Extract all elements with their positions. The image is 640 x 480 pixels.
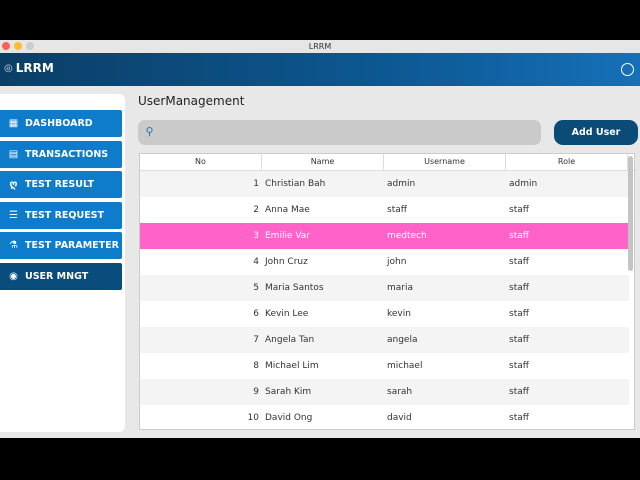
table-cell: 3 xyxy=(253,231,259,241)
table-cell: John Cruz xyxy=(265,257,308,267)
column-header[interactable]: Username xyxy=(384,154,506,170)
table-row[interactable]: 8 Michael Lim michael staff xyxy=(140,353,629,379)
table-cell: staff xyxy=(509,283,529,293)
user-icon: ◉ xyxy=(9,271,18,282)
sidebar-item-label: DASHBOARD xyxy=(25,118,93,129)
search-icon: ⚲ xyxy=(145,125,154,138)
table-row[interactable]: 10 David Ong david staff xyxy=(140,405,629,429)
table-cell: Sarah Kim xyxy=(265,387,312,397)
table-cell: Angela Tan xyxy=(265,335,315,345)
window-title: LRRM xyxy=(308,42,332,51)
table-cell: staff xyxy=(509,413,529,423)
table-cell: staff xyxy=(509,387,529,397)
eye-icon: ◎ xyxy=(4,62,13,74)
column-header[interactable]: Role xyxy=(506,154,628,170)
table-cell: staff xyxy=(509,205,529,215)
app-header: ◎ LRRM xyxy=(0,53,640,86)
table-row[interactable]: 7 Angela Tan angela staff xyxy=(140,327,629,353)
sidebar-item-label: TEST RESULT xyxy=(25,179,94,190)
minimize-button[interactable] xyxy=(14,42,22,50)
table-cell: michael xyxy=(387,361,423,371)
table-cell: Emilie Var xyxy=(265,231,311,241)
sidebar-item-label: TEST REQUEST xyxy=(25,210,105,221)
table-cell: Michael Lim xyxy=(265,361,319,371)
table-cell: john xyxy=(387,257,407,267)
sidebar-item-label: TEST PARAMETER xyxy=(25,240,119,251)
table-row[interactable]: 2 Anna Mae staff staff xyxy=(140,197,629,223)
sidebar-item-test-request[interactable]: ☰ TEST REQUEST xyxy=(0,202,122,229)
table-cell: medtech xyxy=(387,231,427,241)
sidebar-item-transactions[interactable]: ▤ TRANSACTIONS xyxy=(0,141,122,168)
document-icon: ▤ xyxy=(8,149,19,160)
page-title: UserManagement xyxy=(138,94,245,108)
table-cell: 4 xyxy=(253,257,259,267)
sidebar-item-label: TRANSACTIONS xyxy=(25,149,109,160)
title-bar: LRRM xyxy=(0,40,640,53)
stethoscope-icon: ღ xyxy=(9,179,18,190)
table-row[interactable]: 4 John Cruz john staff xyxy=(140,249,629,275)
table-cell: Christian Bah xyxy=(265,179,326,189)
table-cell: Maria Santos xyxy=(265,283,324,293)
table-row[interactable]: 9 Sarah Kim sarah staff xyxy=(140,379,629,405)
table-cell: 7 xyxy=(253,335,259,345)
checklist-icon: ☰ xyxy=(9,210,18,221)
add-user-button[interactable]: Add User xyxy=(554,120,638,145)
sidebar-item-dashboard[interactable]: ▦ DASHBOARD xyxy=(0,110,122,137)
table-header: No Name Username Role xyxy=(140,154,634,171)
table-cell: staff xyxy=(387,205,407,215)
table-cell: 1 xyxy=(253,179,259,189)
search-input[interactable]: ⚲ xyxy=(138,120,541,145)
table-cell: 9 xyxy=(253,387,259,397)
table-row[interactable]: 5 Maria Santos maria staff xyxy=(140,275,629,301)
table-cell: david xyxy=(387,413,412,423)
sidebar-item-test-result[interactable]: ღ TEST RESULT xyxy=(0,171,122,198)
maximize-button[interactable] xyxy=(26,42,34,50)
table-cell: staff xyxy=(509,335,529,345)
account-icon[interactable] xyxy=(621,63,634,76)
table-cell: kevin xyxy=(387,309,411,319)
table-cell: 5 xyxy=(253,283,259,293)
table-cell: 10 xyxy=(247,413,259,423)
scrollbar[interactable] xyxy=(628,156,633,271)
flask-icon: ⚗ xyxy=(9,240,18,251)
sidebar-item-label: USER MNGT xyxy=(25,271,89,282)
table-cell: angela xyxy=(387,335,418,345)
sidebar-item-user-mngt[interactable]: ◉ USER MNGT xyxy=(0,263,122,290)
table-row[interactable]: 6 Kevin Lee kevin staff xyxy=(140,301,629,327)
table-cell: staff xyxy=(509,309,529,319)
sidebar-item-test-parameter[interactable]: ⚗ TEST PARAMETER xyxy=(0,232,122,259)
table-cell: staff xyxy=(509,231,529,241)
table-cell: admin xyxy=(387,179,416,189)
table-cell: 2 xyxy=(253,205,259,215)
table-cell: maria xyxy=(387,283,413,293)
users-table: No Name Username Role 1 Christian Bah admin ad… xyxy=(139,153,635,430)
table-cell: sarah xyxy=(387,387,413,397)
table-row[interactable]: 3 Emilie Var medtech staff xyxy=(140,223,629,249)
close-button[interactable] xyxy=(2,42,10,50)
table-cell: admin xyxy=(509,179,538,189)
table-cell: 6 xyxy=(253,309,259,319)
app-window: LRRM ◎ LRRM ▦ DASHBOARD ▤ TRANSACTIONS ღ TEST … xyxy=(0,40,640,438)
table-cell: Kevin Lee xyxy=(265,309,309,319)
table-cell: staff xyxy=(509,257,529,267)
column-header[interactable]: Name xyxy=(262,154,384,170)
table-row[interactable]: 1 Christian Bah admin admin xyxy=(140,171,629,197)
table-cell: Anna Mae xyxy=(265,205,310,215)
table-cell: David Ong xyxy=(265,413,313,423)
app-name: LRRM xyxy=(15,61,54,75)
column-header[interactable]: No xyxy=(140,154,262,170)
dashboard-icon: ▦ xyxy=(8,118,19,129)
table-cell: 8 xyxy=(253,361,259,371)
table-cell: staff xyxy=(509,361,529,371)
